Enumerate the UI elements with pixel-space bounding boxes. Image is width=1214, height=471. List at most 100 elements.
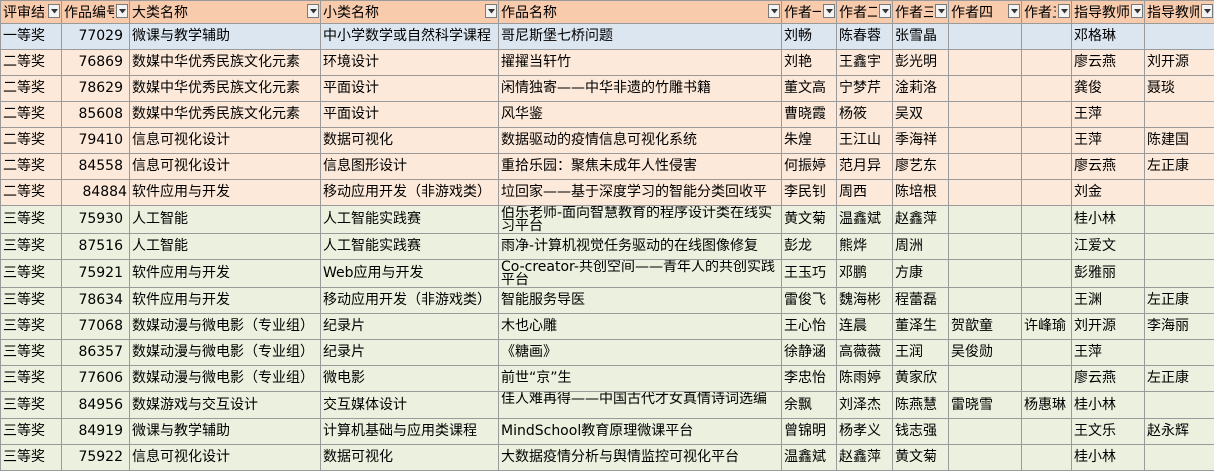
- table-cell[interactable]: 桂小林: [1072, 206, 1145, 234]
- table-cell[interactable]: 雨净-计算机视觉任务驱动的在线图像修复: [499, 234, 782, 260]
- table-cell[interactable]: 李海丽: [1145, 314, 1214, 340]
- table-cell[interactable]: 三等奖: [1, 340, 62, 366]
- filter-dropdown-icon[interactable]: [768, 4, 780, 18]
- table-cell[interactable]: 人工智能实践赛: [321, 206, 499, 234]
- table-cell[interactable]: [949, 288, 1022, 314]
- table-cell[interactable]: 龚俊: [1072, 76, 1145, 102]
- table-cell[interactable]: 三等奖: [1, 234, 62, 260]
- table-cell[interactable]: 王润: [893, 340, 949, 366]
- table-cell[interactable]: 程蕾磊: [893, 288, 949, 314]
- table-cell[interactable]: 黄文菊: [782, 206, 837, 234]
- table-cell[interactable]: [1145, 102, 1214, 128]
- table-cell[interactable]: [1145, 180, 1214, 206]
- table-cell[interactable]: 平面设计: [321, 102, 499, 128]
- table-cell[interactable]: 软件应用与开发: [130, 260, 321, 288]
- table-cell[interactable]: [1022, 288, 1072, 314]
- table-cell[interactable]: 纪录片: [321, 314, 499, 340]
- table-cell[interactable]: Co-creator-共创空间——青年人的共创实践平台: [499, 260, 782, 288]
- table-cell[interactable]: Web应用与开发: [321, 260, 499, 288]
- table-cell[interactable]: 雷晓雪: [949, 392, 1022, 419]
- table-cell[interactable]: 吴双: [893, 102, 949, 128]
- table-cell[interactable]: MindSchool教育原理微课平台: [499, 419, 782, 445]
- table-cell[interactable]: 黄文菊: [893, 445, 949, 471]
- table-cell[interactable]: 86357: [62, 340, 130, 366]
- table-cell[interactable]: [1022, 76, 1072, 102]
- table-cell[interactable]: 人工智能: [130, 234, 321, 260]
- table-cell[interactable]: 风华鉴: [499, 102, 782, 128]
- table-cell[interactable]: 王玉巧: [782, 260, 837, 288]
- table-cell[interactable]: 数媒动漫与微电影（专业组）: [130, 340, 321, 366]
- table-cell[interactable]: 邓格琳: [1072, 24, 1145, 50]
- table-cell[interactable]: 范月异: [837, 154, 893, 180]
- table-cell[interactable]: 赵鑫萍: [893, 206, 949, 234]
- table-cell[interactable]: 宁梦芹: [837, 76, 893, 102]
- table-cell[interactable]: 移动应用开发（非游戏类）: [321, 288, 499, 314]
- table-cell[interactable]: [1022, 180, 1072, 206]
- table-cell[interactable]: 陈雨婷: [837, 366, 893, 392]
- table-cell[interactable]: 人工智能: [130, 206, 321, 234]
- filter-dropdown-icon[interactable]: [1008, 4, 1020, 18]
- table-cell[interactable]: 二等奖: [1, 180, 62, 206]
- table-cell[interactable]: 84884: [62, 180, 130, 206]
- table-cell[interactable]: 三等奖: [1, 314, 62, 340]
- filter-dropdown-icon[interactable]: [307, 4, 319, 18]
- table-cell[interactable]: 78634: [62, 288, 130, 314]
- table-cell[interactable]: 交互媒体设计: [321, 392, 499, 419]
- filter-dropdown-icon[interactable]: [1131, 4, 1143, 18]
- table-cell[interactable]: 伯乐老师-面向智慧教育的程序设计类在线实习平台: [499, 206, 782, 234]
- table-cell[interactable]: 人工智能实践赛: [321, 234, 499, 260]
- table-cell[interactable]: 王萍: [1072, 340, 1145, 366]
- table-cell[interactable]: [1145, 24, 1214, 50]
- table-cell[interactable]: 徐静涵: [782, 340, 837, 366]
- table-cell[interactable]: 数媒中华优秀民族文化元素: [130, 102, 321, 128]
- table-cell[interactable]: 数媒游戏与交互设计: [130, 392, 321, 419]
- table-cell[interactable]: 王江山: [837, 128, 893, 154]
- table-cell[interactable]: 木也心雕: [499, 314, 782, 340]
- table-cell[interactable]: 董泽生: [893, 314, 949, 340]
- table-cell[interactable]: [1022, 102, 1072, 128]
- column-header[interactable]: 作者一: [782, 1, 837, 24]
- table-cell[interactable]: 黄家欣: [893, 366, 949, 392]
- table-cell[interactable]: 数媒中华优秀民族文化元素: [130, 76, 321, 102]
- table-cell[interactable]: 二等奖: [1, 76, 62, 102]
- table-cell[interactable]: 擢擢当轩竹: [499, 50, 782, 76]
- table-cell[interactable]: [1022, 234, 1072, 260]
- table-cell[interactable]: 77029: [62, 24, 130, 50]
- table-cell[interactable]: 77606: [62, 366, 130, 392]
- table-cell[interactable]: 江爱文: [1072, 234, 1145, 260]
- table-cell[interactable]: 余飘: [782, 392, 837, 419]
- table-cell[interactable]: [1022, 260, 1072, 288]
- table-cell[interactable]: 陈春蓉: [837, 24, 893, 50]
- table-cell[interactable]: 二等奖: [1, 102, 62, 128]
- table-cell[interactable]: 微电影: [321, 366, 499, 392]
- filter-dropdown-icon[interactable]: [116, 4, 128, 18]
- table-cell[interactable]: 桂小林: [1072, 392, 1145, 419]
- table-cell[interactable]: 刘开源: [1072, 314, 1145, 340]
- table-cell[interactable]: 76869: [62, 50, 130, 76]
- table-cell[interactable]: 曾锦明: [782, 419, 837, 445]
- table-cell[interactable]: [1145, 340, 1214, 366]
- table-cell[interactable]: 微课与教学辅助: [130, 24, 321, 50]
- filter-dropdown-icon[interactable]: [935, 4, 947, 18]
- table-cell[interactable]: [949, 366, 1022, 392]
- table-cell[interactable]: [949, 419, 1022, 445]
- table-cell[interactable]: 重拾乐园：聚焦未成年人性侵害: [499, 154, 782, 180]
- table-cell[interactable]: 环境设计: [321, 50, 499, 76]
- table-cell[interactable]: 杨孝义: [837, 419, 893, 445]
- table-cell[interactable]: 李忠怡: [782, 366, 837, 392]
- table-cell[interactable]: [1145, 206, 1214, 234]
- column-header[interactable]: 作品编号: [62, 1, 130, 24]
- column-header[interactable]: 作者二: [837, 1, 893, 24]
- table-cell[interactable]: 数据可视化: [321, 445, 499, 471]
- table-cell[interactable]: 聂琰: [1145, 76, 1214, 102]
- table-cell[interactable]: 淦莉洛: [893, 76, 949, 102]
- table-cell[interactable]: [949, 154, 1022, 180]
- table-cell[interactable]: 三等奖: [1, 366, 62, 392]
- table-cell[interactable]: 陈燕慧: [893, 392, 949, 419]
- table-cell[interactable]: 温鑫斌: [837, 206, 893, 234]
- filter-dropdown-icon[interactable]: [879, 4, 891, 18]
- table-cell[interactable]: 邓鹏: [837, 260, 893, 288]
- table-cell[interactable]: 佳人难再得——中国古代才女真情诗词选编: [499, 392, 782, 419]
- column-header[interactable]: 大类名称: [130, 1, 321, 24]
- table-cell[interactable]: 数据驱动的疫情信息可视化系统: [499, 128, 782, 154]
